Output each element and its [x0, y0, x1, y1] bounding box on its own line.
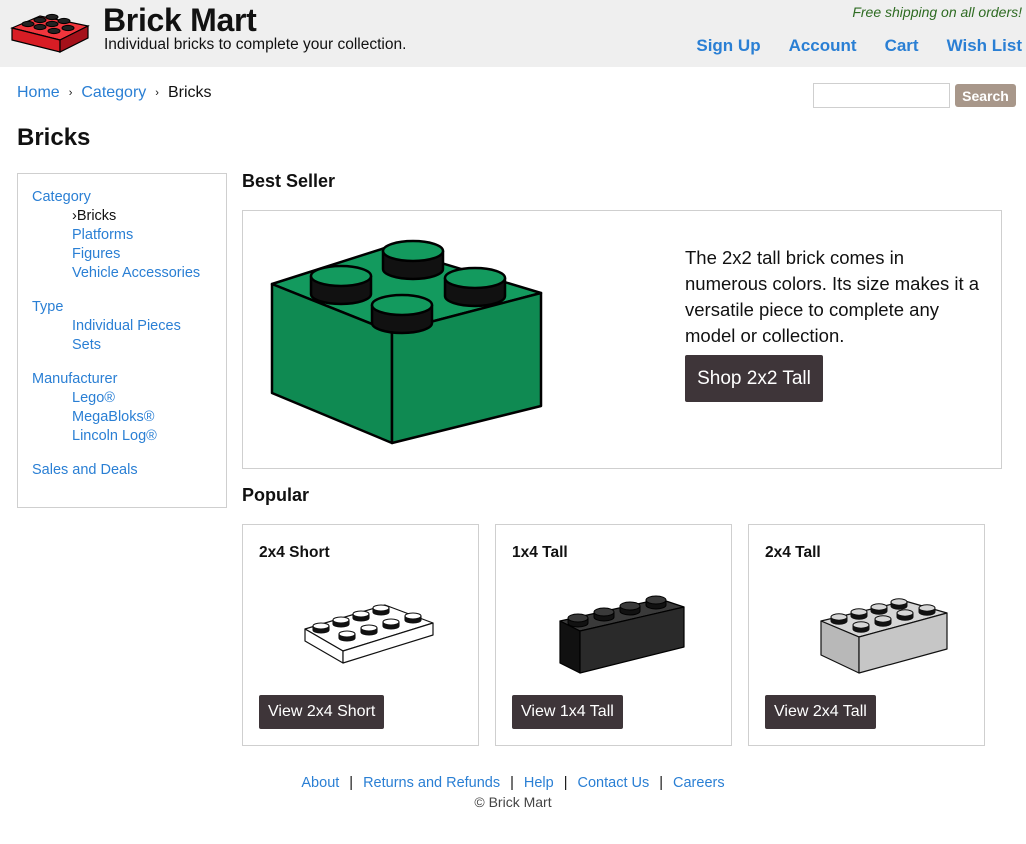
sidebar-item-vehicle-accessories[interactable]: Vehicle Accessories [72, 265, 200, 281]
footer-help-link[interactable]: Help [524, 775, 554, 791]
product-title: 2x4 Tall [765, 544, 821, 561]
copyright-text: © Brick Mart [474, 794, 552, 810]
footer-contact-link[interactable]: Contact Us [578, 775, 650, 791]
promo-text: Free shipping on all orders! [852, 4, 1022, 20]
footer-separator: | [659, 775, 664, 791]
breadcrumb-home[interactable]: Home [17, 84, 60, 102]
breadcrumb-current: Bricks [167, 84, 212, 101]
product-card-2x4-short: 2x4 Short View 2x4 Short [242, 524, 479, 746]
shop-2x2-tall-button[interactable]: Shop 2x2 Tall [685, 355, 823, 402]
sidebar-heading-type[interactable]: Type [32, 299, 63, 315]
sidebar-item-bricks: ›Bricks [72, 208, 117, 224]
sidebar-heading-sales-and-deals[interactable]: Sales and Deals [32, 462, 138, 478]
view-1x4-tall-button[interactable]: View 1x4 Tall [512, 695, 623, 729]
sidebar-heading-manufacturer[interactable]: Manufacturer [32, 371, 117, 387]
account-link[interactable]: Account [789, 36, 857, 56]
cart-link[interactable]: Cart [885, 36, 919, 56]
footer-about-link[interactable]: About [301, 775, 339, 791]
view-2x4-tall-button[interactable]: View 2x4 Tall [765, 695, 876, 729]
product-title: 1x4 Tall [512, 544, 568, 561]
top-nav: Sign Up Account Cart Wish List [668, 36, 1022, 56]
product-card-1x4-tall: 1x4 Tall View 1x4 Tall [495, 524, 732, 746]
page-title: Bricks [17, 124, 91, 151]
footer-careers-link[interactable]: Careers [673, 775, 725, 791]
breadcrumb: Home › Category › Bricks [17, 84, 212, 102]
product-card-2x4-tall: 2x4 Tall View 2x4 Tall [748, 524, 985, 746]
site-title[interactable]: Brick Mart [103, 2, 257, 39]
sidebar-filters: Category ›Bricks Platforms Figures Vehic… [17, 173, 227, 508]
gray-2x4-tall-brick-icon[interactable] [817, 591, 951, 677]
footer-links: About | Returns and Refunds | Help | Contact U… [0, 775, 1026, 791]
sidebar-group-category: Category ›Bricks Platforms Figures Vehic… [32, 188, 226, 283]
sidebar-item-megabloks[interactable]: MegaBloks® [72, 409, 154, 425]
footer-separator: | [563, 775, 568, 791]
wish-list-link[interactable]: Wish List [947, 36, 1022, 56]
footer-separator: | [349, 775, 354, 791]
view-2x4-short-button[interactable]: View 2x4 Short [259, 695, 385, 729]
site-header: Brick Mart Individual bricks to complete… [0, 0, 1026, 67]
search-input[interactable] [813, 83, 950, 108]
red-brick-logo-icon[interactable] [10, 6, 90, 54]
site-tagline: Individual bricks to complete your colle… [104, 36, 407, 53]
sidebar-item-sets[interactable]: Sets [72, 337, 101, 353]
best-seller-description: The 2x2 tall brick comes in numerous col… [685, 247, 980, 346]
sidebar-item-lincoln-log[interactable]: Lincoln Log® [72, 428, 157, 444]
black-1x4-tall-brick-icon[interactable] [556, 591, 688, 675]
sidebar-item-platforms[interactable]: Platforms [72, 227, 133, 243]
sidebar-group-manufacturer: Manufacturer Lego® MegaBloks® Lincoln Lo… [32, 370, 226, 446]
sidebar-group-sales: Sales and Deals [32, 461, 226, 480]
best-seller-heading: Best Seller [242, 171, 336, 191]
white-2x4-short-brick-icon[interactable] [303, 593, 435, 667]
sidebar-item-individual-pieces[interactable]: Individual Pieces [72, 318, 181, 334]
search-button[interactable]: Search [955, 84, 1016, 107]
breadcrumb-separator: › [68, 87, 73, 99]
footer-returns-link[interactable]: Returns and Refunds [363, 775, 500, 791]
product-title: 2x4 Short [259, 544, 330, 561]
green-2x2-brick-icon[interactable] [268, 233, 548, 448]
sidebar-heading-category[interactable]: Category [32, 189, 91, 205]
sidebar-item-lego[interactable]: Lego® [72, 390, 115, 406]
best-seller-panel: The 2x2 tall brick comes in numerous col… [242, 210, 1002, 469]
breadcrumb-category[interactable]: Category [81, 84, 146, 102]
sidebar-item-figures[interactable]: Figures [72, 246, 120, 262]
breadcrumb-separator: › [155, 87, 159, 99]
popular-heading: Popular [242, 485, 310, 505]
sign-up-link[interactable]: Sign Up [696, 36, 760, 56]
footer-separator: | [510, 775, 514, 791]
sidebar-group-type: Type Individual Pieces Sets [32, 298, 226, 355]
